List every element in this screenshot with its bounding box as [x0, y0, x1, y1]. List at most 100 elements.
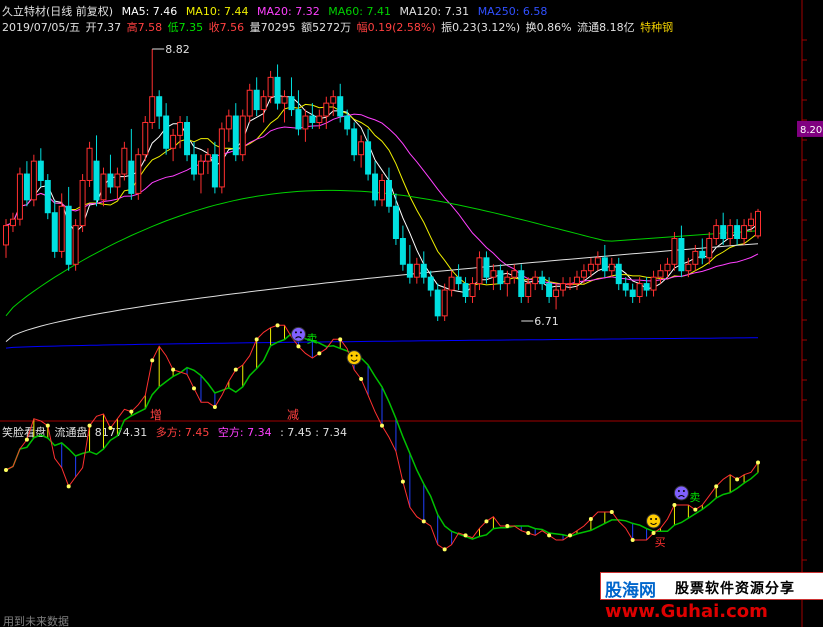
candle-body	[351, 128, 358, 156]
candle-body	[30, 160, 37, 201]
candle-body	[295, 109, 302, 130]
indicator-dot	[24, 437, 29, 442]
price-chart: 8.20 8.826.71 卖卖买 增 减	[0, 0, 823, 627]
candle-body	[755, 210, 761, 237]
indicator-dot	[338, 337, 343, 342]
candle-body	[748, 218, 755, 227]
indicator-slow-line	[5, 332, 759, 540]
candle-body	[587, 263, 594, 272]
indicator-dot	[463, 533, 468, 538]
indicator-dot	[171, 367, 176, 372]
candle-body	[462, 283, 469, 298]
candle-body	[121, 147, 128, 175]
indicator-dot	[568, 533, 572, 538]
candle-body	[727, 225, 734, 239]
sell-signal-label: 卖	[306, 332, 317, 345]
candle-body	[671, 237, 678, 265]
candle-body	[309, 115, 316, 123]
candle-body	[142, 121, 149, 156]
candle-body	[177, 121, 184, 136]
candle-body	[3, 225, 9, 246]
indicator-dot	[609, 510, 614, 514]
candle-body	[664, 263, 671, 272]
indicator-dot	[150, 358, 155, 363]
candle-body	[135, 154, 142, 194]
indicator-dot	[66, 484, 71, 489]
candle-body	[225, 115, 232, 130]
indicator-dot	[672, 503, 677, 507]
candle-body	[191, 154, 197, 175]
candle-body	[713, 225, 720, 239]
indicator-dot	[359, 377, 364, 381]
candle-body	[337, 96, 344, 117]
candle-body	[539, 276, 546, 285]
watermark-logo: 股海网	[605, 581, 656, 601]
candle-body	[476, 257, 483, 285]
candle-body	[392, 205, 399, 239]
candle-body	[302, 115, 309, 130]
smiley-face-icon	[346, 350, 362, 366]
candle-body	[316, 115, 323, 123]
candle-body	[525, 283, 532, 298]
candle-body	[170, 134, 177, 149]
high-price-label: 8.82	[165, 43, 190, 56]
indicator-dot	[630, 538, 635, 542]
candle-body	[330, 96, 337, 104]
candle-body	[650, 276, 657, 291]
face-disc	[673, 485, 689, 501]
candle-body	[546, 283, 553, 298]
indicator-dot	[45, 423, 50, 428]
candle-body	[114, 173, 121, 188]
candle-body	[58, 205, 65, 252]
candle-body	[406, 263, 413, 278]
candle-body	[86, 147, 93, 181]
candle-body	[518, 270, 525, 298]
candle-body	[107, 173, 114, 188]
candle-body	[455, 276, 462, 285]
indicator-dot	[442, 547, 447, 552]
face-eye	[350, 354, 353, 357]
candle-body	[420, 263, 427, 278]
candle-body	[434, 289, 441, 317]
candle-body	[573, 276, 580, 285]
candle-body	[511, 270, 518, 278]
candle-body	[344, 115, 351, 130]
candle-body	[622, 283, 629, 291]
indicator-dot	[484, 519, 489, 524]
candle-body	[267, 76, 274, 98]
indicator-dot	[380, 423, 384, 428]
candle-body	[16, 173, 23, 220]
sad-face-icon	[673, 485, 689, 501]
candle-body	[232, 115, 239, 156]
candle-body	[706, 237, 713, 259]
buy-signal-label: 买	[655, 536, 666, 549]
candle-body	[601, 257, 608, 272]
indicator-dot	[108, 426, 113, 430]
candle-body	[218, 128, 225, 188]
candle-body	[358, 141, 365, 156]
candle-body	[204, 154, 211, 162]
indicator-dot	[275, 323, 280, 328]
sell-signal-label: 卖	[689, 491, 700, 504]
candle-body	[239, 115, 246, 156]
candle-body	[741, 225, 748, 239]
candle-body	[483, 257, 490, 278]
candle-body	[497, 270, 504, 285]
indicator-dot	[547, 533, 552, 538]
indicator-dot	[421, 519, 426, 524]
candle-body	[657, 270, 664, 278]
future-data-note: 用到未来数据	[3, 615, 69, 627]
indicator-dot	[4, 468, 8, 472]
indicator-dot	[192, 386, 196, 391]
face-eye	[677, 490, 680, 492]
face-eye	[655, 518, 658, 520]
candle-body	[427, 276, 434, 291]
indicator-dot	[400, 479, 405, 484]
face-disc	[646, 513, 662, 529]
ma-line-ma250	[5, 337, 758, 349]
candle-body	[100, 173, 107, 201]
indicator-dot	[212, 405, 217, 409]
indicator-dot	[735, 477, 740, 482]
watermark-slogan: 股票软件资源分享	[675, 581, 795, 597]
candle-body	[281, 96, 288, 104]
